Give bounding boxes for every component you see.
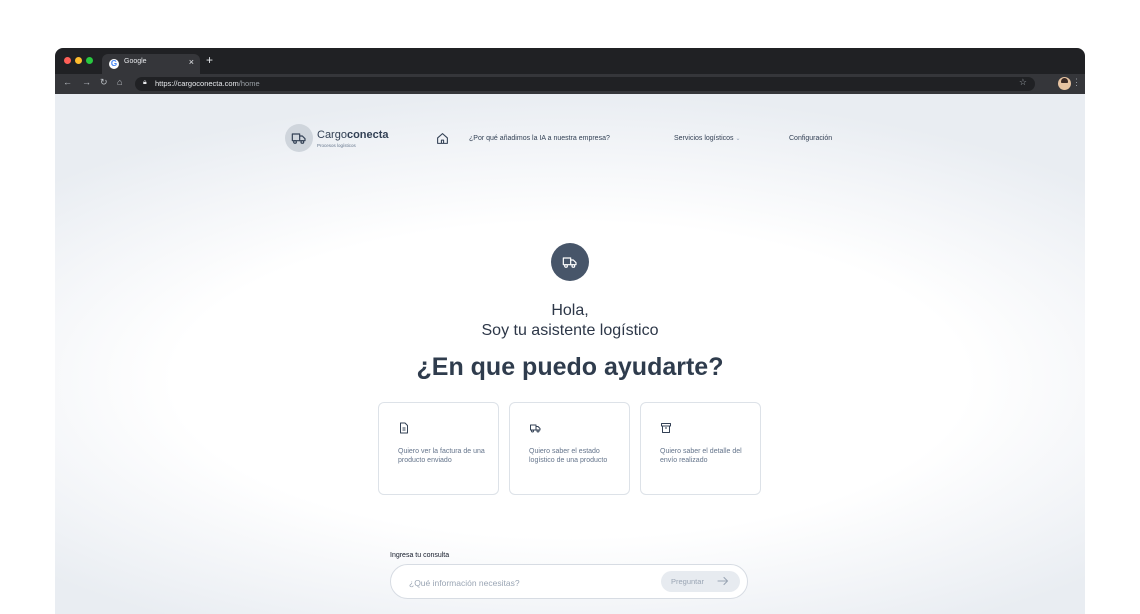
browser-window: G Google × + ← → ↻ ⌂ 🔒︎ https://cargocon… — [55, 48, 1085, 614]
brand-tagline: Procesos logísticos — [317, 143, 356, 148]
chevron-down-icon: ⌄ — [735, 136, 741, 142]
suggestion-text: Quiero saber el detalle del envío realiz… — [660, 448, 742, 464]
truck-logo-icon — [291, 133, 306, 144]
google-favicon-icon: G — [109, 59, 119, 69]
maximize-window-button[interactable] — [86, 57, 93, 64]
archive-icon — [661, 423, 671, 433]
nav-link-ia[interactable]: ¿Por qué añadimos la IA a nuestra empres… — [469, 135, 610, 142]
suggestion-text: Quiero ver la factura de una producto en… — [398, 448, 485, 464]
profile-avatar[interactable] — [1058, 77, 1071, 90]
truck-icon — [530, 424, 541, 433]
nav-link-configuracion[interactable]: Configuración — [789, 135, 832, 142]
tab-title: Google — [124, 58, 147, 65]
url-text: https://cargoconecta.com/home — [155, 79, 260, 88]
kebab-icon[interactable]: ⋮ — [1072, 77, 1081, 88]
brand-name[interactable]: Cargoconecta — [317, 129, 389, 141]
page-content: Cargoconecta Procesos logísticos ¿Por qu… — [55, 94, 1085, 614]
browser-toolbar: ← → ↻ ⌂ 🔒︎ https://cargoconecta.com/home… — [55, 74, 1085, 94]
home-nav-icon[interactable] — [436, 132, 449, 145]
greeting: Hola, — [551, 302, 589, 319]
back-icon[interactable]: ← — [63, 77, 72, 87]
suggestion-card-detalle[interactable]: Quiero saber el detalle del envío realiz… — [640, 402, 761, 495]
new-tab-button[interactable]: + — [206, 53, 213, 67]
suggestion-card-factura[interactable]: Quiero ver la factura de una producto en… — [378, 402, 499, 495]
assistant-intro: Soy tu asistente logístico — [481, 322, 659, 339]
query-box: Preguntar — [390, 564, 748, 599]
assistant-avatar — [551, 243, 589, 281]
tab-bar: G Google × + — [55, 48, 1085, 74]
minimize-window-button[interactable] — [75, 57, 82, 64]
arrow-right-icon — [717, 576, 729, 586]
query-input[interactable] — [407, 573, 651, 592]
logo[interactable] — [285, 124, 313, 152]
document-icon — [400, 422, 408, 434]
close-window-button[interactable] — [64, 57, 71, 64]
star-icon[interactable]: ☆ — [1019, 77, 1027, 88]
forward-icon[interactable]: → — [82, 77, 91, 87]
tab-close-icon[interactable]: × — [189, 57, 194, 67]
query-label: Ingresa tu consulta — [390, 552, 450, 559]
suggestion-text: Quiero saber el estado logístico de una … — [529, 448, 608, 464]
reload-icon[interactable]: ↻ — [100, 77, 108, 88]
home-icon[interactable]: ⌂ — [117, 77, 122, 87]
ask-button[interactable]: Preguntar — [661, 571, 740, 592]
lock-icon: 🔒︎ — [143, 79, 147, 86]
suggestion-card-estado[interactable]: Quiero saber el estado logístico de una … — [509, 402, 630, 495]
address-bar[interactable]: 🔒︎ https://cargoconecta.com/home — [135, 77, 1035, 91]
browser-tab[interactable]: G Google × — [102, 54, 200, 74]
nav-link-servicios[interactable]: Servicios logísticos ⌄ — [674, 135, 741, 142]
truck-icon — [562, 257, 577, 268]
main-question: ¿En que puedo ayudarte? — [416, 353, 724, 381]
ask-button-label: Preguntar — [671, 577, 704, 586]
